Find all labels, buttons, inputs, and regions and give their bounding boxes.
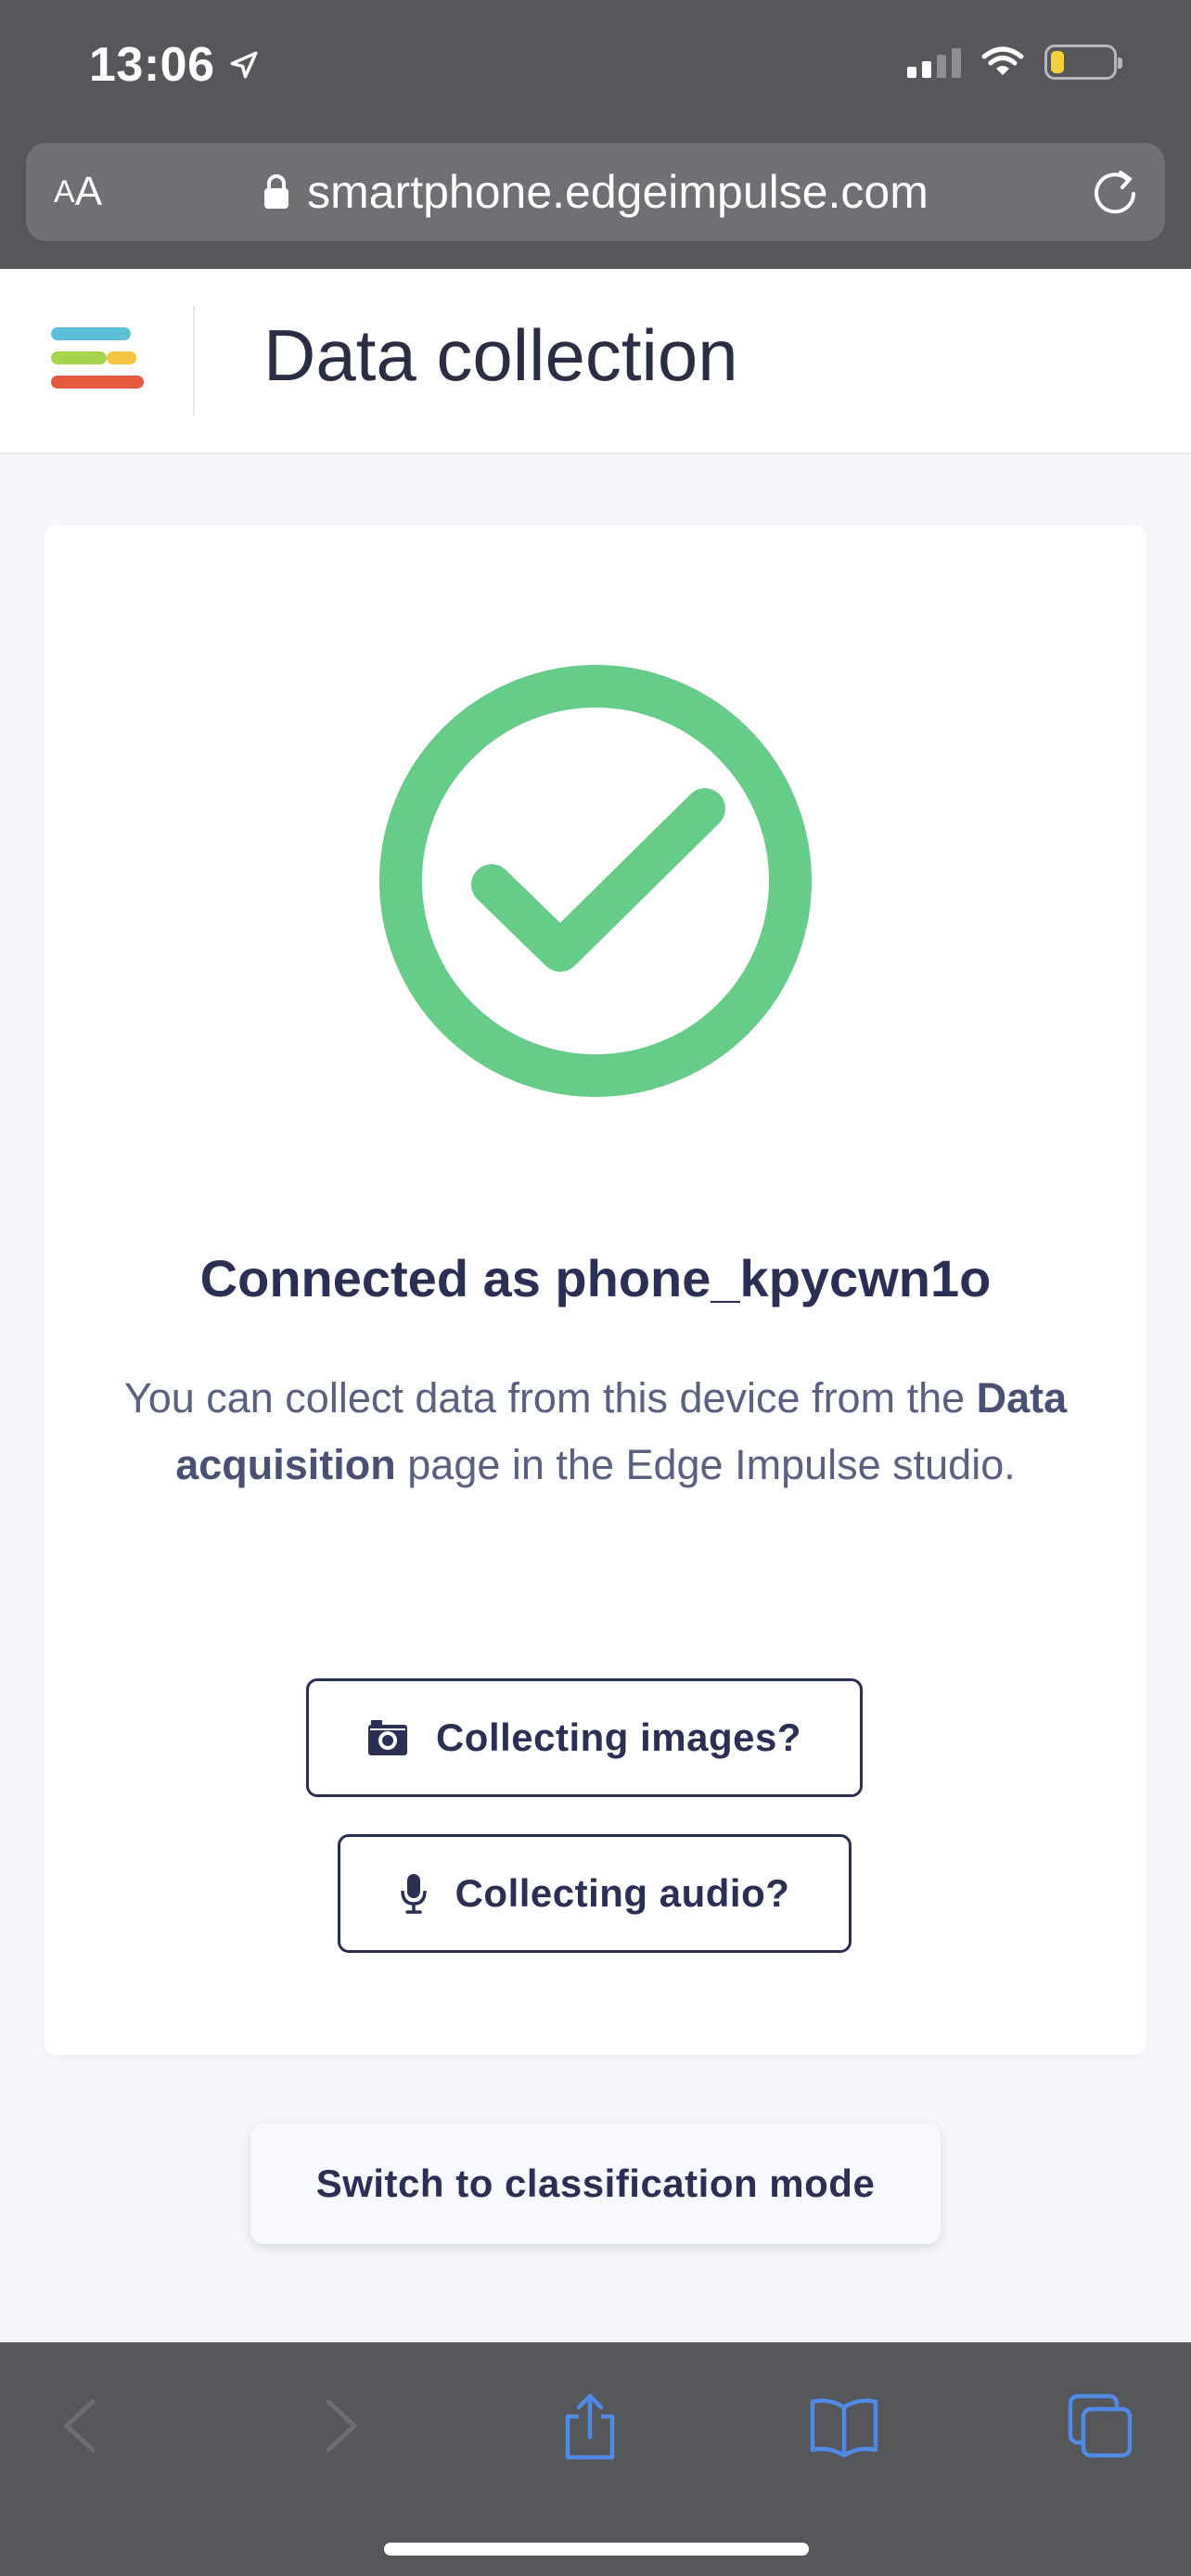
- back-icon[interactable]: [45, 2389, 119, 2463]
- page-title: Data collection: [263, 314, 738, 396]
- info-text-after: page in the Edge Impulse studio.: [395, 1441, 1016, 1488]
- connected-title: Connected as phone_kpycwn1o: [199, 1249, 992, 1307]
- lock-icon: [264, 174, 289, 209]
- location-arrow-icon: [230, 51, 257, 79]
- header-divider: [193, 306, 195, 415]
- address-bar[interactable]: A A smartphone.edgeimpulse.com: [26, 143, 1165, 241]
- info-text-before: You can collect data from this device fr…: [123, 1374, 977, 1422]
- reader-options-button[interactable]: A A: [54, 143, 102, 241]
- info-text: You can collect data from this device fr…: [100, 1365, 1091, 1498]
- check-circle-icon: [379, 665, 812, 1097]
- cellular-signal-icon: [907, 46, 961, 78]
- home-indicator[interactable]: [384, 2543, 809, 2556]
- battery-icon: [1044, 45, 1122, 80]
- battery-level: [1051, 51, 1065, 73]
- screen: 13:06 A A smartphone.edgeimpulse.com Dat…: [0, 0, 1191, 2576]
- url-text: smartphone.edgeimpulse.com: [307, 166, 928, 218]
- collect-images-button[interactable]: Collecting images?: [306, 1678, 863, 1797]
- forward-icon[interactable]: [302, 2389, 377, 2463]
- edge-impulse-logo[interactable]: [48, 323, 145, 397]
- browser-top-bar: 13:06 A A smartphone.edgeimpulse.com: [0, 0, 1191, 269]
- bookmarks-icon[interactable]: [807, 2389, 881, 2463]
- connection-card: Connected as phone_kpycwn1o You can coll…: [45, 525, 1146, 2055]
- url-display[interactable]: smartphone.edgeimpulse.com: [263, 165, 928, 219]
- collect-audio-button[interactable]: Collecting audio?: [338, 1834, 852, 1953]
- aa-large-label: A: [74, 169, 103, 214]
- collect-images-label: Collecting images?: [435, 1715, 802, 1759]
- browser-bottom-toolbar: [0, 2342, 1191, 2576]
- status-time: 13:06: [89, 38, 215, 92]
- tabs-icon[interactable]: [1063, 2389, 1137, 2463]
- status-time-group: 13:06: [89, 37, 260, 93]
- page-header: Data collection: [0, 269, 1191, 454]
- collect-audio-label: Collecting audio?: [455, 1871, 790, 1915]
- microphone-icon: [400, 1874, 427, 1914]
- status-icons: [907, 45, 1122, 80]
- switch-classification-button[interactable]: Switch to classification mode: [250, 2123, 941, 2244]
- aa-small-label: A: [54, 173, 75, 210]
- wifi-icon: [981, 46, 1024, 75]
- camera-icon: [367, 1720, 407, 1755]
- reload-icon[interactable]: [1087, 163, 1143, 219]
- share-icon[interactable]: [553, 2389, 627, 2463]
